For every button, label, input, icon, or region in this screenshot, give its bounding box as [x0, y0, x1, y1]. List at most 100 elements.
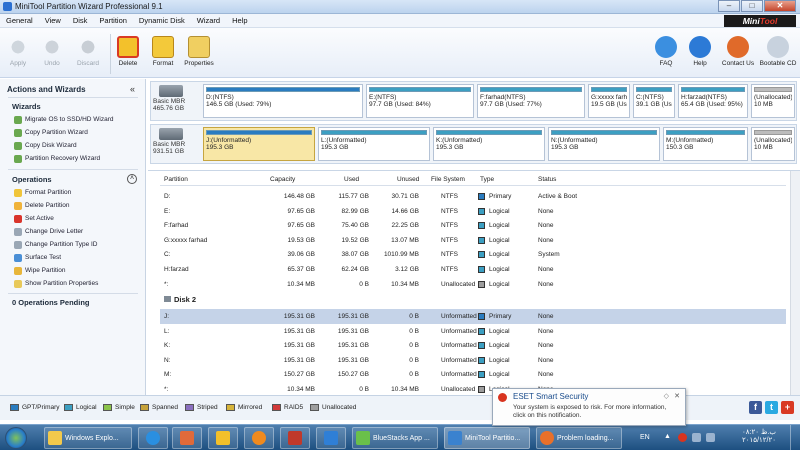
format-button[interactable]: Format: [150, 36, 176, 67]
table-row[interactable]: H:farzad 65.37 GB 62.24 GB 3.12 GB NTFS Logic…: [160, 262, 786, 277]
table-row[interactable]: J: 195.31 GB 195.31 GB 0 B Unformatted Primar…: [160, 309, 786, 324]
partition-block[interactable]: M:(Unformatted) 150.3 GB: [663, 127, 748, 161]
table-row[interactable]: F:farhad 97.65 GB 75.40 GB 22.25 GB NTFS Logi…: [160, 218, 786, 233]
start-button[interactable]: [5, 427, 27, 449]
taskbar-minitool[interactable]: MiniTool Partitio...: [444, 427, 530, 449]
menu-help[interactable]: Help: [226, 16, 253, 25]
partition-block[interactable]: D:(NTFS) 146.5 GB (Used: 79%): [203, 84, 363, 118]
faq-button[interactable]: FAQ: [654, 36, 678, 67]
type-swatch: [478, 386, 485, 393]
properties-button[interactable]: Properties: [182, 36, 216, 67]
usage-bar: [369, 87, 471, 92]
apply-button[interactable]: Apply: [6, 36, 30, 67]
partition-block[interactable]: H:farzad(NTFS) 65.4 GB (Used: 95%): [678, 84, 748, 118]
close-notification-icon[interactable]: ✕: [674, 392, 680, 400]
eset-notification[interactable]: ESET Smart Security ◇ ✕ Your system is e…: [492, 388, 686, 426]
migrate-os-wizard[interactable]: Migrate OS to SSD/HD Wizard: [14, 114, 114, 125]
taskbar-windows-explorer[interactable]: Windows Explo...: [44, 427, 132, 449]
copy-partition-wizard[interactable]: Copy Partition Wizard: [14, 127, 88, 138]
table-row[interactable]: E: 97.65 GB 82.99 GB 14.66 GB NTFS Logical Non…: [160, 204, 786, 219]
minimize-button[interactable]: –: [718, 0, 740, 12]
partition-block[interactable]: K:(Unformatted) 195.3 GB: [433, 127, 545, 161]
contact-us-button[interactable]: Contact Us: [720, 36, 756, 67]
disk2-info[interactable]: Basic MBR 931.51 GB: [153, 127, 201, 161]
op-set-active[interactable]: Set Active: [14, 213, 54, 224]
op-wipe-partition[interactable]: Wipe Partition: [14, 265, 65, 276]
cell-partition: J:: [164, 313, 170, 320]
table-row[interactable]: N: 195.31 GB 195.31 GB 0 B Unformatted Logica…: [160, 353, 786, 368]
op-delete-partition[interactable]: Delete Partition: [14, 200, 69, 211]
partition-block-selected[interactable]: J:(Unformatted) 195.3 GB: [203, 127, 315, 161]
menu-general[interactable]: General: [0, 16, 39, 25]
legend-swatch: [140, 404, 149, 411]
partition-block[interactable]: F:farhad(NTFS) 97.7 GB (Used: 77%): [477, 84, 585, 118]
partition-block[interactable]: C:(NTFS) 39.1 GB (Use: [633, 84, 675, 118]
op-format-partition[interactable]: Format Partition: [14, 187, 71, 198]
table-row[interactable]: K: 195.31 GB 195.31 GB 0 B Unformatted Logica…: [160, 338, 786, 353]
copy-disk-icon: [14, 141, 22, 150]
taskbar-ie[interactable]: [138, 427, 168, 449]
collapse-operations-icon[interactable]: ˄: [127, 174, 137, 184]
partition-block[interactable]: L:(Unformatted) 195.3 GB: [318, 127, 430, 161]
cell-type: Logical: [489, 371, 510, 379]
facebook-icon[interactable]: f: [749, 401, 762, 414]
col-unused[interactable]: Unused: [397, 176, 419, 183]
delete-button[interactable]: Delete: [116, 36, 140, 67]
taskbar-firefox[interactable]: Problem loading...: [536, 427, 622, 449]
undo-button[interactable]: Undo: [40, 36, 64, 67]
col-used[interactable]: Used: [344, 176, 359, 183]
help-button[interactable]: Help: [688, 36, 712, 67]
menu-dynamic-disk[interactable]: Dynamic Disk: [133, 16, 191, 25]
language-indicator[interactable]: EN: [640, 434, 650, 441]
menu-wizard[interactable]: Wizard: [191, 16, 226, 25]
table-row[interactable]: L: 195.31 GB 195.31 GB 0 B Unformatted Logica…: [160, 324, 786, 339]
op-change-type-id[interactable]: Change Partition Type ID: [14, 239, 98, 250]
taskbar-p-app[interactable]: [280, 427, 310, 449]
table-row[interactable]: C: 39.06 GB 38.07 GB 1010.99 MB NTFS Logical S…: [160, 247, 786, 262]
close-button[interactable]: ✕: [764, 0, 796, 12]
clock[interactable]: ۰۸:۲۰ ب.ظ ۲۰۱۵/۱۲/۲۰: [742, 429, 776, 445]
taskbar-media[interactable]: [172, 427, 202, 449]
op-surface-test[interactable]: Surface Test: [14, 252, 61, 263]
copy-disk-wizard[interactable]: Copy Disk Wizard: [14, 140, 77, 151]
menu-partition[interactable]: Partition: [93, 16, 133, 25]
partition-block[interactable]: G:xxxxx farha19.5 GB (Used: [588, 84, 630, 118]
partition-block[interactable]: E:(NTFS) 97.7 GB (Used: 84%): [366, 84, 474, 118]
eset-tray-icon[interactable]: [678, 433, 687, 442]
taskbar-v-app[interactable]: [208, 427, 238, 449]
google-plus-icon[interactable]: +: [781, 401, 794, 414]
taskbar-play-app[interactable]: [316, 427, 346, 449]
collapse-panel-icon[interactable]: «: [130, 84, 135, 94]
col-status[interactable]: Status: [538, 176, 556, 183]
col-capacity[interactable]: Capacity: [270, 176, 295, 183]
settings-icon[interactable]: ◇: [664, 392, 669, 400]
table-row[interactable]: M: 150.27 GB 150.27 GB 0 B Unformatted Logica…: [160, 367, 786, 382]
menu-disk[interactable]: Disk: [67, 16, 94, 25]
menu-view[interactable]: View: [39, 16, 67, 25]
partition-detail: 146.5 GB (Used: 79%): [206, 101, 272, 108]
unallocated-block[interactable]: (Unallocated) 10 MB: [751, 84, 795, 118]
partition-recovery-wizard[interactable]: Partition Recovery Wizard: [14, 153, 100, 164]
unallocated-block[interactable]: (Unallocated) 10 MB: [751, 127, 795, 161]
col-file-system[interactable]: File System: [431, 176, 465, 183]
disk1-info[interactable]: Basic MBR 465.76 GB: [153, 84, 201, 118]
op-show-properties[interactable]: Show Partition Properties: [14, 278, 98, 289]
discard-button[interactable]: Discard: [74, 36, 102, 67]
partition-block[interactable]: N:(Unformatted) 195.3 GB: [548, 127, 660, 161]
twitter-icon[interactable]: t: [765, 401, 778, 414]
show-desktop-button[interactable]: [790, 425, 800, 450]
col-partition[interactable]: Partition: [164, 176, 188, 183]
col-type[interactable]: Type: [480, 176, 494, 183]
table-row[interactable]: D: 146.48 GB 115.77 GB 30.71 GB NTFS Primary A…: [160, 189, 786, 204]
taskbar-orange-app[interactable]: [244, 427, 274, 449]
volume-icon[interactable]: [706, 433, 715, 442]
vertical-scrollbar[interactable]: [790, 171, 800, 396]
network-icon[interactable]: [692, 433, 701, 442]
table-row[interactable]: G:xxxxx farhad 19.53 GB 19.52 GB 13.07 MB NT…: [160, 233, 786, 248]
taskbar-bluestacks[interactable]: BlueStacks App ...: [352, 427, 438, 449]
op-change-drive-letter[interactable]: Change Drive Letter: [14, 226, 83, 237]
show-hidden-icons[interactable]: ▲: [664, 433, 673, 442]
table-row[interactable]: *: 10.34 MB 0 B 10.34 MB Unallocated Logical N…: [160, 277, 786, 292]
bootable-cd-button[interactable]: Bootable CD: [758, 36, 798, 67]
maximize-button[interactable]: □: [741, 0, 763, 12]
